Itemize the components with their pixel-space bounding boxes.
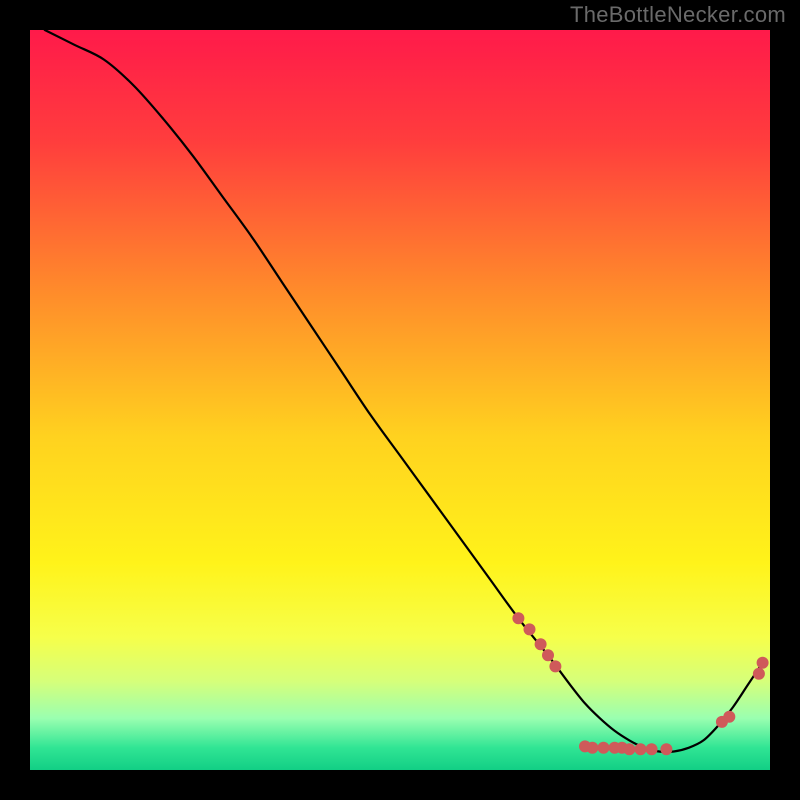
curve-marker	[512, 612, 524, 624]
curve-marker	[586, 742, 598, 754]
curve-marker	[549, 660, 561, 672]
chart-stage: TheBottleNecker.com	[0, 0, 800, 800]
curve-marker	[535, 638, 547, 650]
curve-marker	[646, 743, 658, 755]
gradient-background	[30, 30, 770, 770]
curve-marker	[660, 743, 672, 755]
curve-marker	[524, 623, 536, 635]
curve-marker	[757, 657, 769, 669]
curve-marker	[598, 742, 610, 754]
curve-marker	[753, 668, 765, 680]
chart-svg	[30, 30, 770, 770]
curve-marker	[542, 649, 554, 661]
watermark-text: TheBottleNecker.com	[570, 2, 786, 28]
curve-marker	[635, 743, 647, 755]
curve-marker	[723, 711, 735, 723]
curve-marker	[623, 743, 635, 755]
